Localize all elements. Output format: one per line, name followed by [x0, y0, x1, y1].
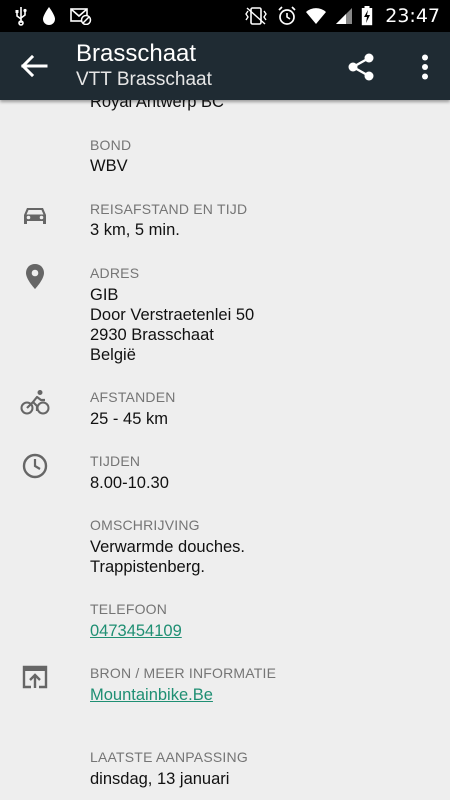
- afstanden-label: AFSTANDEN: [90, 389, 176, 405]
- detail-list[interactable]: Royal Antwerp BC BOND WBV REISAFSTAND EN…: [0, 100, 450, 800]
- adres-line-2: Door Verstraetenlei 50: [90, 306, 255, 324]
- laatste-value: dinsdag, 13 januari: [90, 770, 230, 788]
- reisafstand-label: REISAFSTAND EN TIJD: [90, 201, 248, 217]
- adres-label: ADRES: [90, 265, 140, 281]
- telefoon-label: TELEFOON: [90, 601, 168, 617]
- app-bar: Brasschaat VTT Brasschaat: [0, 32, 450, 100]
- bicycle-icon: [20, 390, 50, 415]
- signal-icon: [336, 8, 353, 24]
- back-arrow-icon[interactable]: [20, 54, 48, 78]
- tijden-label: TIJDEN: [90, 453, 141, 469]
- bron-label: BRON / MEER INFORMATIE: [90, 665, 277, 681]
- usb-icon: [15, 7, 27, 26]
- mail-blocked-icon: [70, 8, 92, 25]
- clock-icon: [22, 453, 48, 479]
- alarm-icon: [278, 6, 296, 25]
- location-pin-icon: [26, 264, 44, 289]
- bron-link[interactable]: Mountainbike.Be: [90, 685, 213, 706]
- status-time: 23:47: [385, 5, 440, 27]
- laatste-label: LAATSTE AANPASSING: [90, 749, 248, 765]
- more-options-icon[interactable]: [420, 54, 430, 80]
- omschrijving-label: OMSCHRIJVING: [90, 517, 200, 533]
- wifi-icon: [306, 8, 327, 24]
- afstanden-value: 25 - 45 km: [90, 410, 168, 428]
- omschrijving-line-1: Verwarmde douches.: [90, 538, 246, 556]
- water-drop-icon: [43, 7, 55, 25]
- page-title: Brasschaat: [76, 40, 197, 67]
- adres-line-3: 2930 Brasschaat: [90, 326, 214, 344]
- omschrijving-line-2: Trappistenberg.: [90, 558, 205, 576]
- adres-line-1: GIB: [90, 286, 119, 304]
- status-bar: 23:47: [0, 0, 450, 32]
- page-subtitle: VTT Brasschaat: [76, 69, 212, 90]
- battery-charging-icon: [362, 6, 373, 26]
- tijden-value: 8.00-10.30: [90, 474, 169, 492]
- club-value: Royal Antwerp BC: [90, 100, 224, 111]
- telefoon-link[interactable]: 0473454109: [90, 621, 182, 642]
- adres-line-4: België: [90, 346, 136, 364]
- share-icon[interactable]: [346, 52, 376, 82]
- open-in-browser-icon: [22, 665, 48, 689]
- car-icon: [24, 208, 46, 224]
- bond-label: BOND: [90, 137, 132, 153]
- vibrate-icon: [245, 7, 268, 25]
- reisafstand-value: 3 km, 5 min.: [90, 221, 180, 239]
- bond-value: WBV: [90, 157, 128, 175]
